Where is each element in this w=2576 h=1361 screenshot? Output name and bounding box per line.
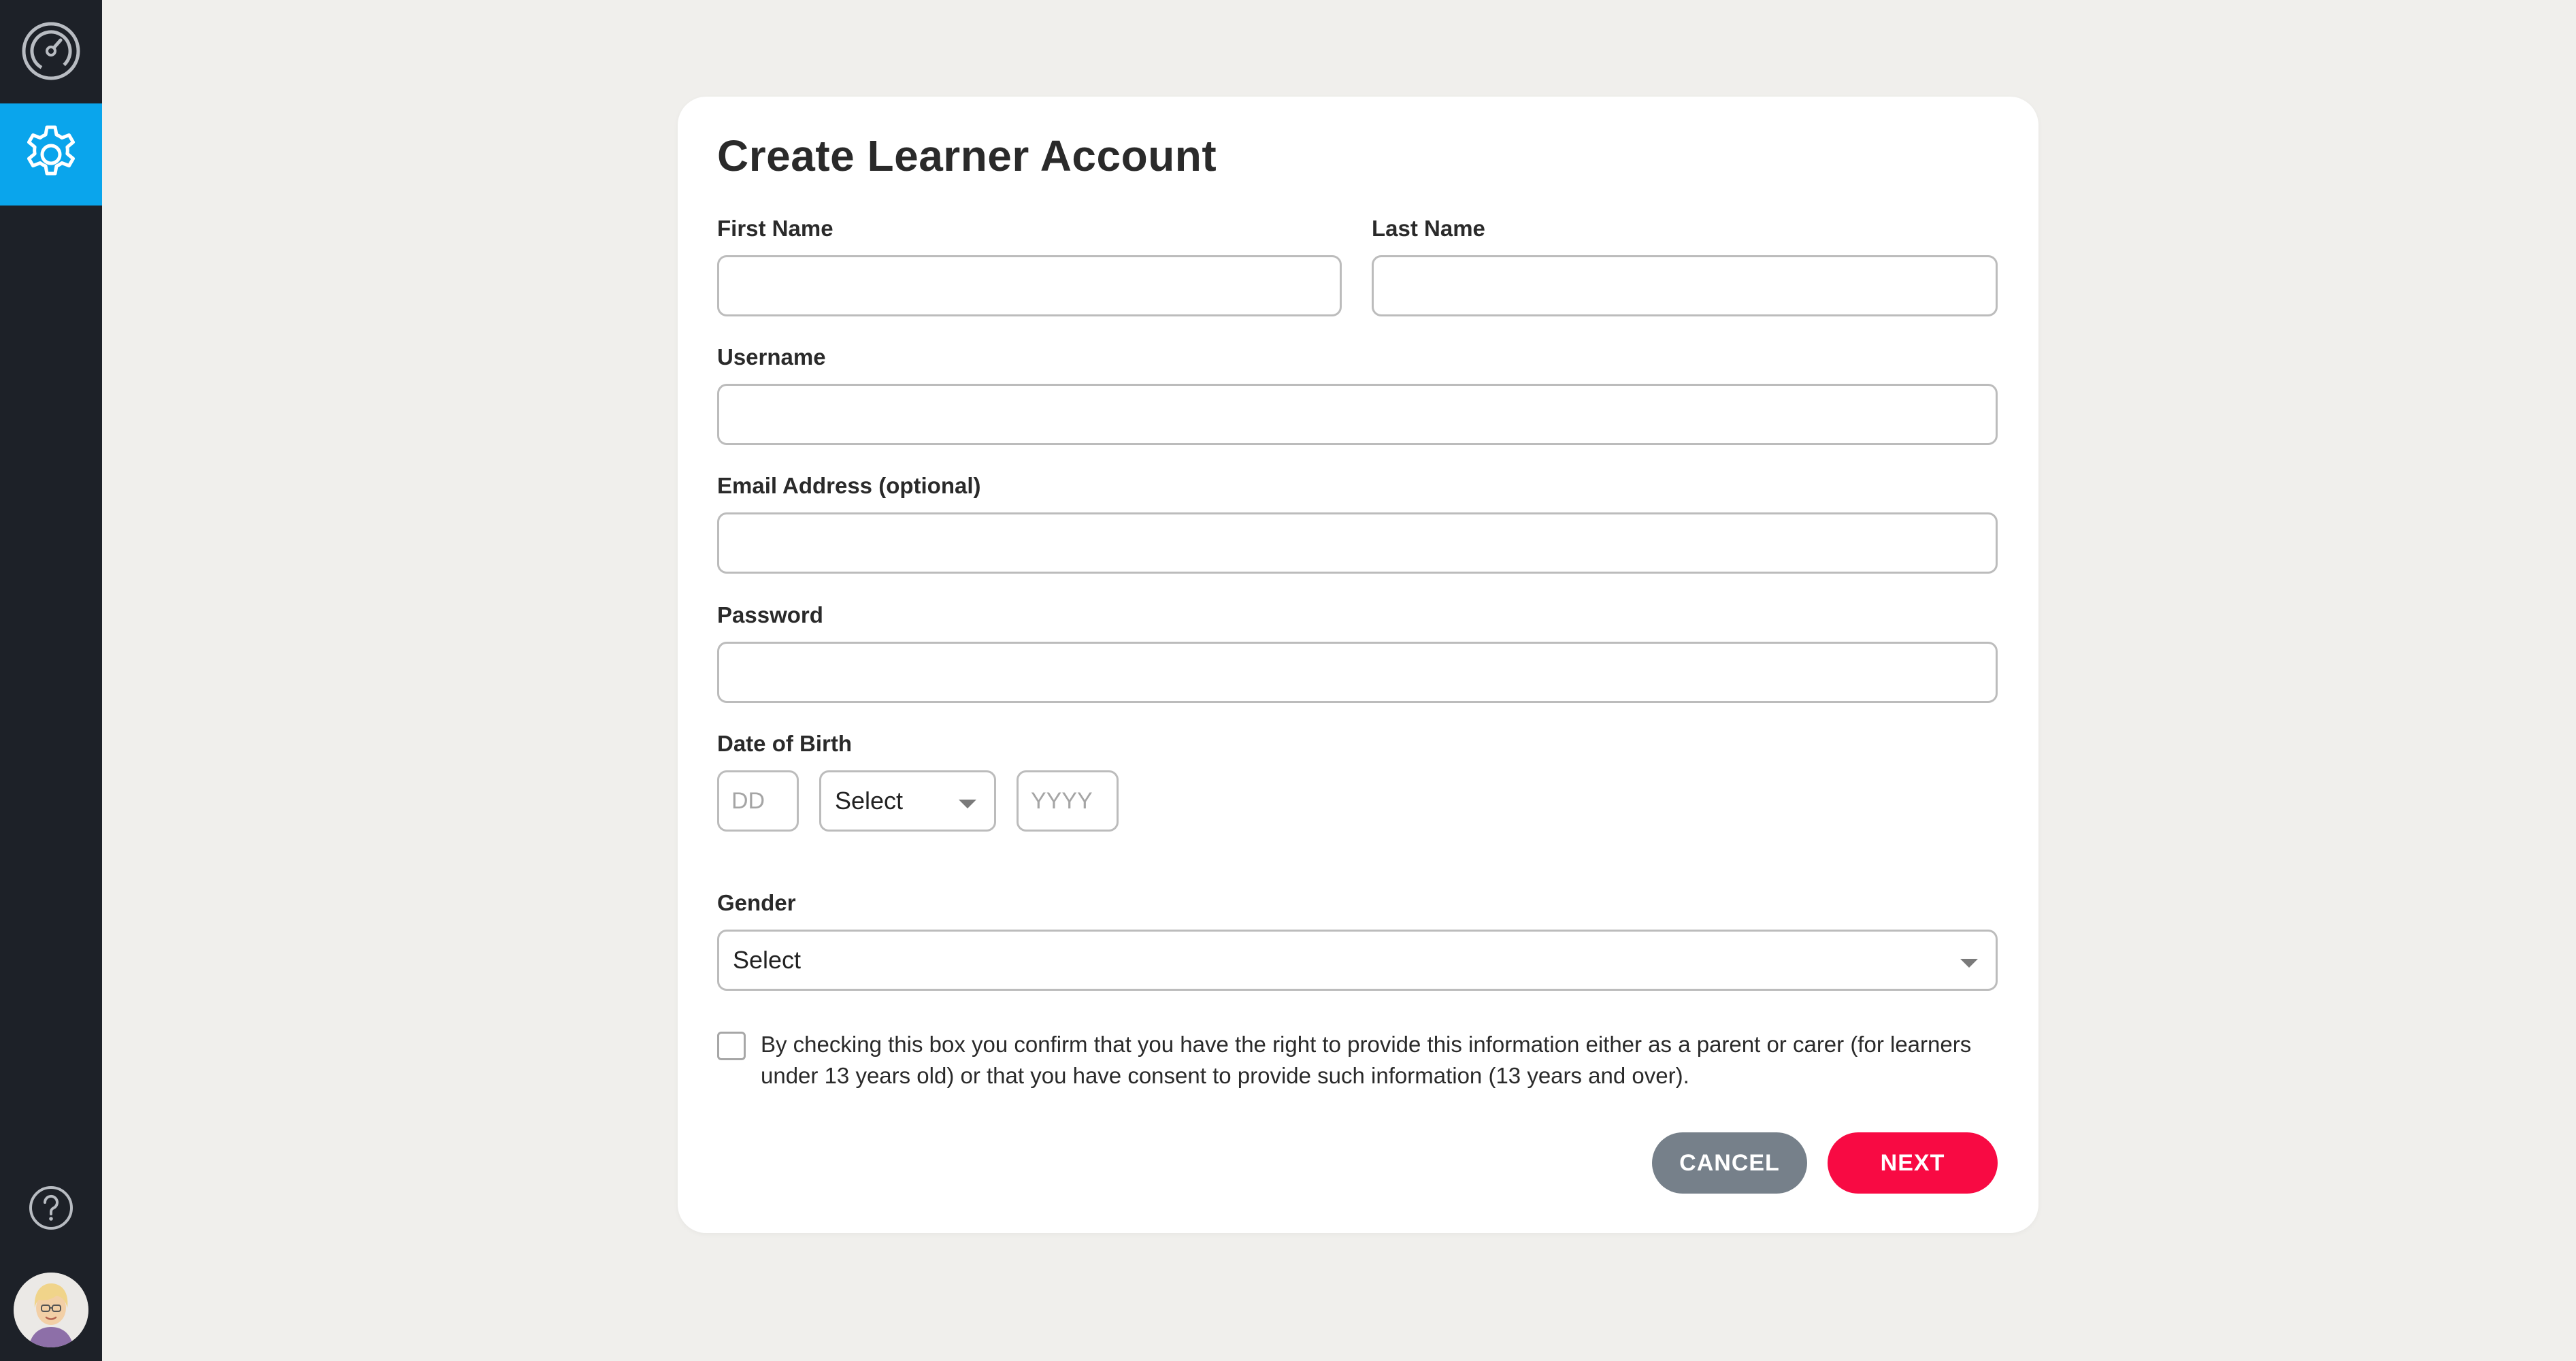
username-label: Username: [717, 344, 826, 370]
dob-month-select[interactable]: Select: [819, 770, 996, 832]
dob-month-value: Select: [835, 787, 904, 815]
consent-checkbox[interactable]: [717, 1032, 746, 1060]
first-name-input[interactable]: [717, 255, 1342, 316]
gender-select[interactable]: Select: [717, 930, 1998, 991]
password-input[interactable]: [717, 642, 1998, 703]
gear-icon: [27, 125, 75, 176]
username-input[interactable]: [717, 384, 1998, 445]
last-name-label: Last Name: [1372, 216, 1485, 241]
page-title: Create Learner Account: [717, 131, 1217, 180]
consent-text: By checking this box you confirm that yo…: [761, 1032, 1972, 1088]
email-input[interactable]: [717, 512, 1998, 574]
dob-day-input[interactable]: [717, 770, 799, 832]
sidebar-item-settings[interactable]: [0, 103, 102, 206]
chevron-down-icon: [959, 800, 976, 808]
sidebar: [0, 0, 102, 1361]
next-button[interactable]: NEXT: [1828, 1132, 1998, 1194]
date-of-birth-label: Date of Birth: [717, 731, 852, 756]
sidebar-item-dashboard[interactable]: [0, 0, 102, 102]
profile-button[interactable]: [0, 1259, 102, 1361]
gender-value: Select: [733, 946, 802, 974]
help-button[interactable]: [0, 1157, 102, 1259]
dob-year-input[interactable]: [1017, 770, 1119, 832]
user-avatar: [14, 1273, 88, 1347]
help-icon: [29, 1186, 73, 1230]
first-name-label: First Name: [717, 216, 833, 241]
cancel-button[interactable]: CANCEL: [1652, 1132, 1807, 1194]
gender-label: Gender: [717, 890, 796, 915]
password-label: Password: [717, 602, 823, 627]
last-name-input[interactable]: [1372, 255, 1998, 316]
speedometer-icon: [22, 22, 80, 80]
email-label: Email Address (optional): [717, 473, 981, 498]
create-learner-card: Create Learner Account First Name Last N…: [678, 97, 2038, 1233]
chevron-down-icon: [1960, 959, 1978, 968]
